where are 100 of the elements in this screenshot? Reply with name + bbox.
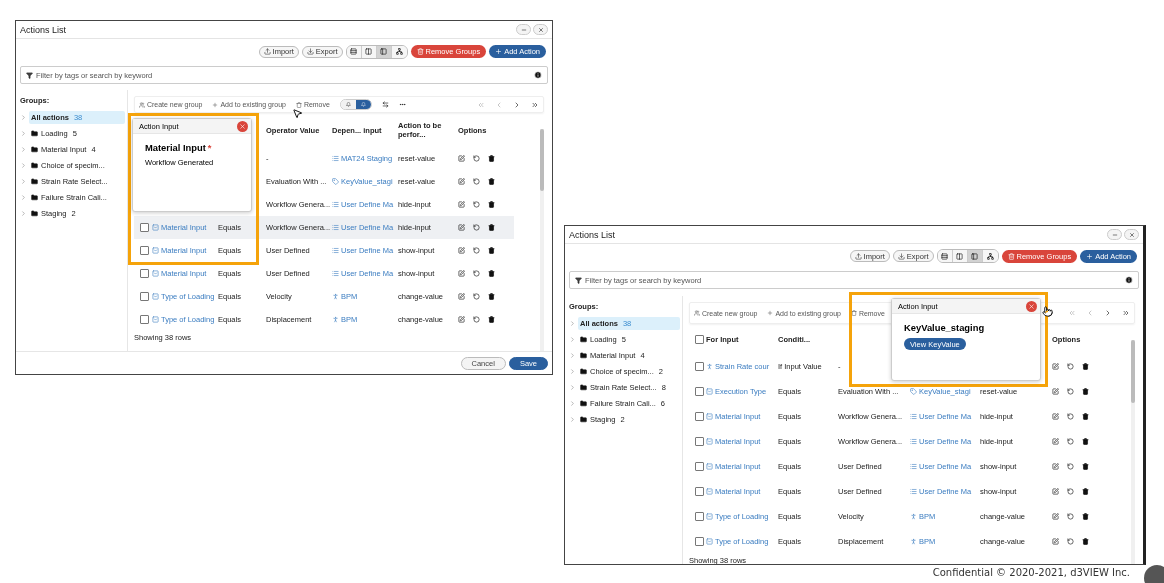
edit-button[interactable] [458,270,465,277]
row-checkbox[interactable] [140,292,149,301]
row-checkbox[interactable] [140,269,149,278]
undo-button[interactable] [473,201,480,208]
delete-button[interactable] [1082,488,1089,495]
arrows-button[interactable] [381,101,389,108]
view-button[interactable] [937,250,953,262]
last-page-button[interactable] [1122,309,1130,317]
minus-icon [520,26,527,33]
undo-icon [473,155,480,162]
minus-icon [1111,231,1118,238]
close-button[interactable] [1026,300,1037,312]
edit-button[interactable] [1052,388,1059,395]
undo-button[interactable] [1067,463,1074,470]
edit-button[interactable] [1052,513,1059,520]
edit-button[interactable] [1052,363,1059,370]
row-checkbox[interactable] [695,412,704,421]
undo-icon [1067,488,1074,495]
delete-button[interactable] [1082,463,1089,470]
delete-button[interactable] [488,224,495,231]
popover-heading: KeyValue_staging [904,323,985,333]
edit-button[interactable] [458,178,465,185]
edit-button[interactable] [458,224,465,231]
delete-button[interactable] [1082,538,1089,545]
close-button[interactable] [237,120,248,132]
dropdown-square-icon [706,463,713,470]
edit-button[interactable] [458,201,465,208]
close-button[interactable] [533,24,548,35]
edit-icon [1052,388,1059,395]
toggle-button[interactable] [355,100,371,109]
delete-button[interactable] [1082,438,1089,445]
trash-icon [1082,513,1089,520]
toggle-button[interactable] [340,100,356,109]
undo-button[interactable] [1067,513,1074,520]
delete-button[interactable] [488,270,495,277]
row-checkbox[interactable] [695,362,704,371]
popover-heading: Material Input * [145,143,212,153]
delete-button[interactable] [1082,363,1089,370]
arrows-icon [381,101,389,108]
download-icon [897,252,905,260]
edit-icon [1052,438,1059,445]
undo-button[interactable] [473,178,480,185]
chevron-icon [1086,309,1094,317]
row-checkbox[interactable] [140,223,149,232]
delete-button[interactable] [488,316,495,323]
list-icon [332,201,339,208]
undo-button[interactable] [473,155,480,162]
edit-button[interactable] [1052,538,1059,545]
view-button[interactable] [346,45,362,58]
next-page-button[interactable] [513,100,521,109]
close-button[interactable] [1124,229,1139,240]
undo-button[interactable] [1067,363,1074,370]
delete-button[interactable] [1082,513,1089,520]
delete-button[interactable] [1082,388,1089,395]
undo-button[interactable] [1067,413,1074,420]
trash-icon [488,270,495,277]
edit-button[interactable] [1052,413,1059,420]
row-checkbox[interactable] [695,487,704,496]
row-checkbox[interactable] [140,246,149,255]
row-checkbox[interactable] [695,537,704,546]
header-checkbox[interactable] [695,334,704,344]
edit-button[interactable] [1052,488,1059,495]
edit-button[interactable] [458,293,465,300]
undo-button[interactable] [1067,438,1074,445]
hierarchy-icon [986,252,994,260]
edit-button[interactable] [458,247,465,254]
chevron-icon [513,100,521,109]
delete-button[interactable] [488,293,495,300]
row-checkbox[interactable] [695,437,704,446]
undo-button[interactable] [473,224,480,231]
delete-button[interactable] [488,201,495,208]
edit-button[interactable] [1052,463,1059,470]
edit-button[interactable] [458,155,465,162]
delete-button[interactable] [488,178,495,185]
row-checkbox[interactable] [695,462,704,471]
next-page-button[interactable] [1104,309,1112,317]
undo-button[interactable] [473,270,480,277]
row-checkbox[interactable] [140,315,149,324]
edit-button[interactable] [1052,438,1059,445]
dropdown-square-icon [152,316,159,323]
row-checkbox[interactable] [695,512,704,521]
folder-icon [580,383,587,391]
delete-button[interactable] [1082,413,1089,420]
delete-button[interactable] [488,155,495,162]
undo-button[interactable] [473,247,480,254]
scrollbar[interactable] [1131,340,1135,564]
scrollbar[interactable] [540,129,544,351]
undo-button[interactable] [473,293,480,300]
undo-button[interactable] [1067,388,1074,395]
row-checkbox[interactable] [695,387,704,396]
list-icon [910,413,917,420]
undo-button[interactable] [1067,538,1074,545]
undo-button[interactable] [473,316,480,323]
edit-button[interactable] [458,316,465,323]
delete-button[interactable] [488,247,495,254]
trash-icon [1082,438,1089,445]
undo-button[interactable] [1067,488,1074,495]
undo-icon [473,247,480,254]
undo-icon [473,201,480,208]
last-page-button[interactable] [531,100,539,109]
